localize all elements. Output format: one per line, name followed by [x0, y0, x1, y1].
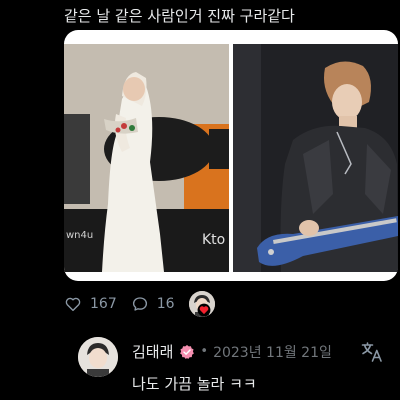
- reply-date[interactable]: 2023년 11월 21일: [213, 342, 332, 362]
- photo-right[interactable]: [233, 44, 398, 272]
- left-sign-a: wn4u: [66, 230, 93, 241]
- like-count: 167: [90, 296, 117, 312]
- media-card[interactable]: wn4u Kto: [64, 30, 398, 281]
- translate-button[interactable]: [360, 340, 384, 364]
- like-button[interactable]: 167: [64, 295, 117, 313]
- reply-text: 나도 가끔 놀라 ㅋㅋ: [132, 375, 257, 393]
- photo-right-illustration: [233, 44, 398, 272]
- reply-button[interactable]: 16: [131, 295, 175, 313]
- tweet-actions: 167 16: [64, 291, 215, 317]
- reply-author-name[interactable]: 김태래: [132, 341, 173, 362]
- left-sign-b: Kto: [202, 232, 225, 248]
- reply-avatar[interactable]: [78, 337, 118, 377]
- reply-count: 16: [156, 296, 175, 312]
- photo-left[interactable]: wn4u Kto: [64, 44, 229, 272]
- reply-avatar-photo-icon: [78, 337, 118, 377]
- reply-header: 김태래 • 2023년 11월 21일: [132, 341, 332, 362]
- photo-left-illustration: wn4u Kto: [64, 44, 229, 272]
- heart-outline-icon: [65, 297, 81, 312]
- translate-icon: [361, 342, 382, 362]
- heart-filled-icon: [197, 303, 211, 317]
- reply-separator-dot: •: [200, 344, 209, 359]
- pink-verified-badge-icon: [180, 344, 195, 359]
- speech-bubble-icon: [132, 297, 147, 311]
- tweet-text: 같은 날 같은 사람인거 진짜 구라같다: [64, 7, 295, 25]
